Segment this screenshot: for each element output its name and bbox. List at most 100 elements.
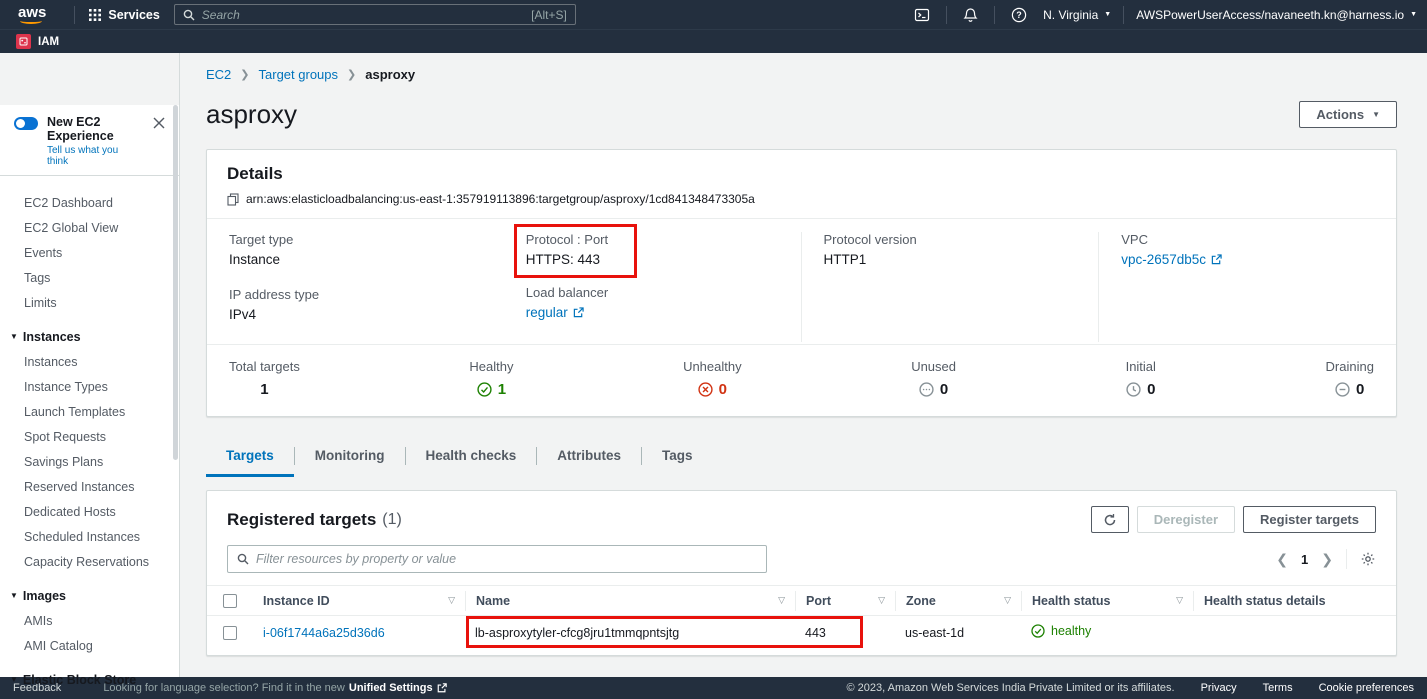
global-search[interactable]: [Alt+S] bbox=[174, 4, 576, 25]
sort-icon[interactable]: ▽ bbox=[770, 595, 785, 606]
filter-input[interactable] bbox=[256, 552, 757, 566]
health-status-badge: healthy bbox=[1031, 624, 1091, 638]
copy-icon[interactable] bbox=[227, 193, 239, 206]
chevron-down-icon: ▼ bbox=[10, 591, 18, 600]
table-row: i-06f1744a6a25d36d6 lb-asproxytyler-cfcg… bbox=[207, 616, 1396, 649]
sidebar-item-amis[interactable]: AMIs bbox=[0, 608, 179, 633]
experience-title: New EC2 Experience bbox=[47, 115, 142, 143]
sidebar-item-instances[interactable]: Instances bbox=[0, 349, 179, 374]
sidebar-item-capacity-reservations[interactable]: Capacity Reservations bbox=[0, 549, 179, 574]
sidebar-item-dedicated-hosts[interactable]: Dedicated Hosts bbox=[0, 499, 179, 524]
check-circle-icon bbox=[1031, 624, 1045, 638]
sidebar-section-elastic-block-store[interactable]: ▼Elastic Block Store bbox=[0, 667, 179, 692]
search-icon bbox=[237, 553, 249, 565]
deregister-button[interactable]: Deregister bbox=[1137, 506, 1235, 533]
stat-unhealthy: Unhealthy 0 bbox=[683, 359, 742, 398]
sort-icon[interactable]: ▽ bbox=[870, 595, 885, 606]
chevron-down-icon: ▼ bbox=[10, 675, 18, 684]
tab-health-checks[interactable]: Health checks bbox=[406, 439, 537, 477]
notifications-bell-icon[interactable] bbox=[959, 7, 982, 23]
sort-icon[interactable]: ▽ bbox=[440, 595, 455, 606]
account-menu[interactable]: AWSPowerUserAccess/navaneeth.kn@harness.… bbox=[1136, 8, 1417, 22]
sidebar-item-tags[interactable]: Tags bbox=[0, 265, 179, 290]
column-header-name[interactable]: Name▽ bbox=[465, 591, 795, 611]
experience-toggle[interactable] bbox=[14, 117, 38, 130]
actions-button[interactable]: Actions ▼ bbox=[1299, 101, 1397, 128]
sidebar-item-ec2-global-view[interactable]: EC2 Global View bbox=[0, 215, 179, 240]
column-header-health-status-details: Health status details bbox=[1193, 591, 1396, 611]
sidebar-section-instances[interactable]: ▼Instances bbox=[0, 324, 179, 349]
terms-link[interactable]: Terms bbox=[1263, 682, 1293, 694]
column-header-port[interactable]: Port▽ bbox=[795, 591, 895, 611]
register-targets-button[interactable]: Register targets bbox=[1243, 506, 1376, 533]
refresh-button[interactable] bbox=[1091, 506, 1129, 533]
previous-page-icon[interactable]: ❮ bbox=[1276, 552, 1288, 566]
ip-address-type-value: IPv4 bbox=[229, 307, 482, 322]
unified-settings-link[interactable]: Unified Settings bbox=[349, 682, 433, 694]
sidebar-item-savings-plans[interactable]: Savings Plans bbox=[0, 449, 179, 474]
breadcrumb-current: asproxy bbox=[365, 67, 415, 82]
search-input[interactable] bbox=[202, 8, 524, 22]
sidebar-item-volumes[interactable]: Volumes bbox=[0, 692, 179, 699]
details-card: Details arn:aws:elasticloadbalancing:us-… bbox=[206, 149, 1397, 417]
services-menu-button[interactable]: Services bbox=[85, 8, 163, 22]
privacy-link[interactable]: Privacy bbox=[1201, 682, 1237, 694]
sidebar-item-ami-catalog[interactable]: AMI Catalog bbox=[0, 633, 179, 658]
breadcrumb-ec2[interactable]: EC2 bbox=[206, 67, 231, 82]
sidebar-item-spot-requests[interactable]: Spot Requests bbox=[0, 424, 179, 449]
breadcrumb-target-groups[interactable]: Target groups bbox=[259, 67, 339, 82]
table-settings-gear-icon[interactable] bbox=[1360, 551, 1376, 567]
column-header-health-status[interactable]: Health status▽ bbox=[1021, 591, 1193, 611]
protocol-port-value: HTTPS: 443 bbox=[526, 252, 608, 267]
load-balancer-link[interactable]: regular bbox=[526, 305, 584, 320]
chevron-right-icon: ❯ bbox=[240, 68, 249, 81]
favorites-bar: IAM bbox=[0, 29, 1427, 53]
sidebar-item-instance-types[interactable]: Instance Types bbox=[0, 374, 179, 399]
vpc-link[interactable]: vpc-2657db5c bbox=[1121, 252, 1222, 267]
sidebar-item-events[interactable]: Events bbox=[0, 240, 179, 265]
select-all-checkbox[interactable] bbox=[223, 594, 237, 608]
sidebar-item-scheduled-instances[interactable]: Scheduled Instances bbox=[0, 524, 179, 549]
cloudshell-icon[interactable] bbox=[910, 7, 934, 23]
instance-id-link[interactable]: i-06f1744a6a25d36d6 bbox=[263, 626, 385, 640]
region-selector[interactable]: N. Virginia ▼ bbox=[1043, 8, 1111, 22]
next-page-icon[interactable]: ❯ bbox=[1321, 552, 1333, 566]
target-zone-cell: us-east-1d bbox=[895, 626, 1021, 640]
clock-circle-icon bbox=[1126, 382, 1141, 397]
close-icon[interactable] bbox=[151, 115, 167, 131]
row-checkbox[interactable] bbox=[223, 626, 237, 640]
divider bbox=[74, 6, 75, 24]
page-number[interactable]: 1 bbox=[1301, 552, 1308, 567]
help-icon[interactable]: ? bbox=[1007, 7, 1031, 23]
registered-targets-card: Registered targets (1) Deregister Regist… bbox=[206, 490, 1397, 656]
sort-icon[interactable]: ▽ bbox=[1168, 595, 1183, 606]
column-header-instance-id[interactable]: Instance ID▽ bbox=[253, 591, 465, 611]
divider bbox=[1123, 6, 1124, 24]
divider bbox=[946, 6, 947, 24]
refresh-icon bbox=[1103, 513, 1117, 527]
favorite-iam-link[interactable]: IAM bbox=[16, 34, 59, 49]
cookie-preferences-link[interactable]: Cookie preferences bbox=[1319, 682, 1414, 694]
sidebar-scrollbar[interactable] bbox=[173, 105, 178, 460]
stat-healthy: Healthy 1 bbox=[469, 359, 513, 398]
external-link-icon bbox=[437, 683, 447, 693]
sidebar-item-reserved-instances[interactable]: Reserved Instances bbox=[0, 474, 179, 499]
tab-targets[interactable]: Targets bbox=[206, 439, 294, 477]
sort-icon[interactable]: ▽ bbox=[996, 595, 1011, 606]
sidebar-item-launch-templates[interactable]: Launch Templates bbox=[0, 399, 179, 424]
aws-logo-smile bbox=[20, 18, 42, 24]
experience-feedback-link[interactable]: Tell us what you think bbox=[47, 145, 142, 167]
iam-service-icon bbox=[16, 34, 31, 49]
sidebar-item-limits[interactable]: Limits bbox=[0, 290, 179, 315]
target-port-cell: 443 bbox=[795, 626, 895, 640]
sidebar-item-ec2-dashboard[interactable]: EC2 Dashboard bbox=[0, 190, 179, 215]
column-header-zone[interactable]: Zone▽ bbox=[895, 591, 1021, 611]
tab-monitoring[interactable]: Monitoring bbox=[295, 439, 405, 477]
console-footer: Feedback Looking for language selection?… bbox=[0, 677, 1427, 699]
tab-tags[interactable]: Tags bbox=[642, 439, 713, 477]
sidebar-section-images[interactable]: ▼Images bbox=[0, 583, 179, 608]
external-link-icon bbox=[1211, 254, 1222, 265]
tab-attributes[interactable]: Attributes bbox=[537, 439, 641, 477]
target-name-cell: lb-asproxytyler-cfcg8jru1tmmqpntsjtg bbox=[465, 626, 795, 640]
svg-text:?: ? bbox=[1016, 10, 1022, 20]
